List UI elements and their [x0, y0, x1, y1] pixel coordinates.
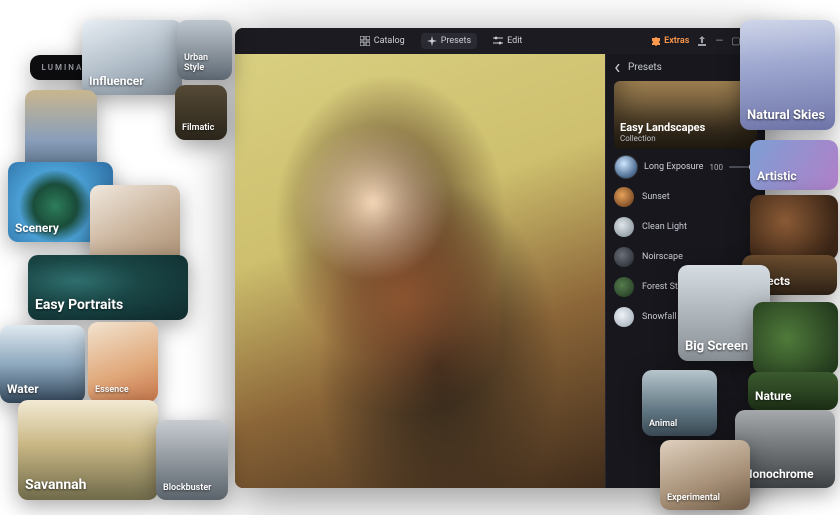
preset-swatch [614, 307, 634, 327]
panel-heading: Presets [628, 62, 662, 73]
card-label: Essence [95, 385, 129, 395]
card-label: Monochrome [742, 467, 814, 481]
card-blockbuster[interactable]: Blockbuster [156, 420, 228, 500]
preset-item-sunset[interactable]: Sunset [614, 185, 757, 209]
collection-title: Easy Landscapes [620, 121, 751, 134]
active-preset-value: 100 [710, 163, 724, 172]
preset-name: Clean Light [642, 222, 687, 232]
active-preset-thumb [614, 155, 638, 179]
card-savannah[interactable]: Savannah [18, 400, 158, 500]
collection-subtitle: Collection [620, 134, 751, 143]
active-preset-label: Long Exposure [644, 162, 704, 172]
card-label: Experimental [667, 493, 720, 503]
nav-catalog-label: Catalog [374, 36, 405, 46]
card-animal[interactable]: Animal [642, 370, 717, 436]
card-label: Nature [755, 389, 791, 403]
sliders-icon [493, 36, 503, 46]
extras-label: Extras [664, 36, 689, 46]
nav-edit-label: Edit [507, 36, 522, 46]
preset-swatch [614, 187, 634, 207]
preset-swatch [614, 217, 634, 237]
nav-edit[interactable]: Edit [487, 33, 528, 49]
card-label: Scenery [15, 221, 59, 235]
titlebar-center: Catalog Presets Edit [243, 33, 639, 49]
share-icon[interactable] [697, 36, 707, 46]
nav-catalog[interactable]: Catalog [354, 33, 411, 49]
card-label: Easy Portraits [35, 297, 123, 313]
card-urban-style[interactable]: Urban Style [177, 20, 232, 80]
card-label: Animal [649, 419, 677, 429]
preset-swatch [614, 277, 634, 297]
grid-icon [360, 36, 370, 46]
preset-item-clean-light[interactable]: Clean Light [614, 215, 757, 239]
card-leaves-sample[interactable] [753, 302, 838, 374]
nav-presets-label: Presets [441, 36, 471, 46]
card-label: Filmatic [182, 123, 214, 133]
card-label: Influencer [89, 74, 144, 88]
card-label: Blockbuster [163, 483, 211, 493]
card-natural-skies[interactable]: Natural Skies [740, 20, 835, 130]
card-label: Natural Skies [747, 108, 825, 123]
card-filmatic[interactable]: Filmatic [175, 85, 227, 140]
preset-name: Snowfall [642, 312, 677, 322]
card-essence[interactable]: Essence [88, 322, 158, 402]
sparkle-icon [427, 36, 437, 46]
titlebar: Catalog Presets Edit Extras — ▢ ✕ [235, 28, 765, 54]
card-label: Savannah [25, 477, 87, 493]
image-canvas[interactable] [235, 54, 605, 488]
card-label: Water [7, 382, 39, 396]
card-artistic[interactable]: Artistic [750, 140, 838, 190]
preset-swatch [614, 247, 634, 267]
card-label: Artistic [757, 169, 797, 183]
nav-presets[interactable]: Presets [421, 33, 477, 49]
card-influencer[interactable]: Influencer [82, 20, 182, 95]
card-experimental[interactable]: Experimental [660, 440, 750, 510]
panel-heading-row[interactable]: Presets [614, 62, 757, 73]
chevron-left-icon [614, 64, 622, 72]
card-coffee-sample[interactable] [750, 195, 838, 260]
collection-card[interactable]: Easy Landscapes Collection [614, 81, 757, 149]
card-nature[interactable]: Nature [748, 372, 838, 410]
preset-name: Noirscape [642, 252, 683, 262]
card-label: Big Screen [685, 339, 748, 354]
puzzle-icon [651, 36, 661, 46]
card-monochrome[interactable]: Monochrome [735, 410, 835, 488]
card-sky[interactable] [25, 90, 97, 172]
extras-button[interactable]: Extras [651, 36, 689, 46]
active-preset-row[interactable]: Long Exposure 100 [614, 155, 757, 179]
window-minimize[interactable]: — [715, 36, 723, 47]
card-label: Urban Style [184, 53, 225, 73]
card-easy-portraits[interactable]: Easy Portraits [28, 255, 188, 320]
card-water[interactable]: Water [0, 325, 85, 403]
preset-name: Sunset [642, 192, 670, 202]
